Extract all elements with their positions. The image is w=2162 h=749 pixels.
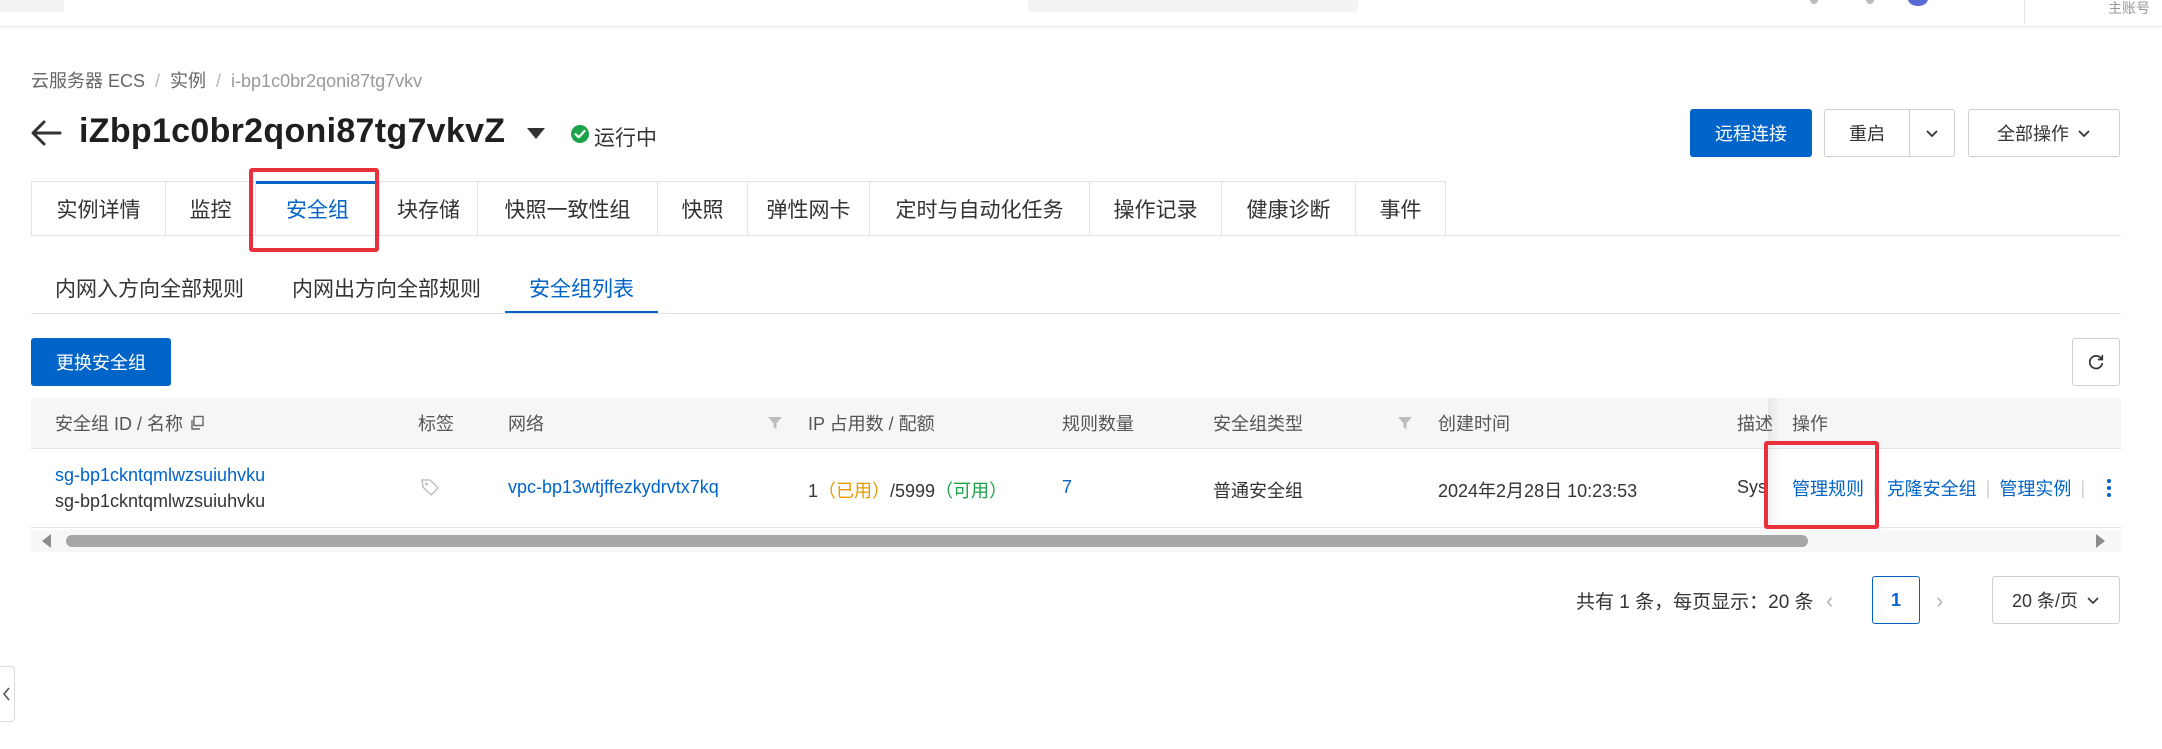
action-separator: | bbox=[2080, 477, 2086, 498]
vpc-link[interactable]: vpc-bp13wtjffezkydrvtx7kq bbox=[508, 477, 719, 498]
ip-available-label: 可用 bbox=[953, 481, 990, 501]
tab-events[interactable]: 事件 bbox=[1356, 182, 1446, 236]
chevron-down-icon bbox=[2078, 130, 2090, 138]
logo-area[interactable] bbox=[0, 0, 64, 12]
page-size-value: 20 条/页 bbox=[2011, 591, 2079, 611]
tab-instance-details[interactable]: 实例详情 bbox=[32, 182, 166, 236]
tag-icon[interactable] bbox=[420, 477, 440, 497]
created-time: 2024年2月28日 10:23:53 bbox=[1438, 481, 1638, 501]
scroll-left-arrow-icon[interactable] bbox=[42, 534, 51, 548]
ip-available-label-wrapper: （可用） bbox=[935, 481, 1008, 501]
breadcrumb-separator: / bbox=[216, 71, 222, 91]
col-header-rule-count: 规则数量 bbox=[1062, 414, 1134, 434]
col-header-sg-id-label: 安全组 ID / 名称 bbox=[55, 414, 184, 434]
sg-type-filter-icon[interactable] bbox=[1397, 416, 1413, 430]
topbar-divider bbox=[2024, 0, 2025, 24]
sg-name: sg-bp1ckntqmlwzsuiuhvku bbox=[55, 491, 266, 511]
restart-dropdown-button[interactable] bbox=[1909, 109, 1955, 157]
col-header-network: 网络 bbox=[508, 414, 544, 434]
breadcrumb: 云服务器 ECS / 实例 / i-bp1c0br2qoni87tg7vkv bbox=[31, 67, 422, 93]
subtab-security-group-list[interactable]: 安全组列表 bbox=[505, 262, 658, 314]
instance-status: 运行中 bbox=[594, 127, 657, 150]
chevron-left-icon bbox=[3, 687, 10, 701]
clone-security-group-link[interactable]: 克隆安全组 bbox=[1887, 475, 1977, 501]
all-actions-button[interactable]: 全部操作 bbox=[1968, 109, 2120, 157]
all-actions-label: 全部操作 bbox=[1997, 124, 2069, 144]
tab-monitoring[interactable]: 监控 bbox=[166, 182, 256, 236]
ip-used-label-wrapper: （已用） bbox=[818, 481, 891, 501]
account-label[interactable]: 主账号 bbox=[2108, 0, 2150, 18]
col-header-created: 创建时间 bbox=[1438, 414, 1510, 434]
page-size-select[interactable]: 20 条/页 bbox=[1992, 576, 2120, 624]
tab-elastic-nics[interactable]: 弹性网卡 bbox=[748, 182, 870, 236]
scrollbar-thumb[interactable] bbox=[66, 535, 1808, 547]
ip-quota: /5999 bbox=[890, 481, 936, 501]
notification-icon[interactable] bbox=[1810, 0, 1818, 4]
page-number[interactable]: 1 bbox=[1872, 576, 1920, 624]
pagination-total: 共有 1 条，每页显示：20 条 bbox=[1576, 592, 1814, 613]
refresh-button[interactable] bbox=[2072, 338, 2120, 386]
highlight-security-group-tab bbox=[249, 168, 379, 252]
remote-connect-button[interactable]: 远程连接 bbox=[1690, 109, 1812, 157]
subtab-inbound-rules[interactable]: 内网入方向全部规则 bbox=[31, 262, 268, 314]
sg-type: 普通安全组 bbox=[1213, 481, 1303, 501]
manage-instances-link[interactable]: 管理实例 bbox=[1999, 475, 2071, 501]
top-navigation-bar: 主账号 bbox=[0, 0, 2162, 27]
network-filter-icon[interactable] bbox=[767, 416, 783, 430]
subtabs-divider bbox=[31, 313, 2121, 314]
col-header-ip-usage: IP 占用数 / 配额 bbox=[808, 414, 935, 434]
breadcrumb-instances[interactable]: 实例 bbox=[170, 71, 206, 91]
change-security-group-button[interactable]: 更换安全组 bbox=[31, 338, 171, 386]
next-page-icon[interactable]: › bbox=[1936, 588, 1943, 614]
highlight-manage-rules bbox=[1764, 441, 1879, 529]
col-header-sg-id: 安全组 ID / 名称 bbox=[55, 398, 205, 448]
ip-used-count: 1 bbox=[808, 481, 819, 501]
tab-snapshots[interactable]: 快照 bbox=[658, 182, 748, 236]
security-group-subtabs: 内网入方向全部规则 内网出方向全部规则 安全组列表 bbox=[31, 262, 658, 314]
more-actions-icon[interactable] bbox=[2104, 477, 2114, 499]
action-separator: | bbox=[1985, 477, 1991, 498]
tab-scheduled-tasks[interactable]: 定时与自动化任务 bbox=[870, 182, 1090, 236]
ip-usage: 1（已用）/5999（可用） bbox=[808, 477, 1007, 503]
tab-health-diagnosis[interactable]: 健康诊断 bbox=[1222, 182, 1356, 236]
scroll-right-arrow-icon[interactable] bbox=[2096, 534, 2105, 548]
tab-block-storage[interactable]: 块存储 bbox=[380, 182, 478, 236]
tab-operation-logs[interactable]: 操作记录 bbox=[1090, 182, 1222, 236]
instance-tabs: 实例详情 监控 安全组 块存储 快照一致性组 快照 弹性网卡 定时与自动化任务 … bbox=[31, 181, 1446, 236]
breadcrumb-current-instance: i-bp1c0br2qoni87tg7vkv bbox=[231, 71, 423, 91]
tab-snapshot-consistency-groups[interactable]: 快照一致性组 bbox=[478, 182, 658, 236]
global-search-input[interactable] bbox=[1028, 0, 1358, 12]
restart-button[interactable]: 重启 bbox=[1824, 109, 1910, 157]
chevron-down-icon bbox=[2087, 597, 2099, 605]
breadcrumb-ecs[interactable]: 云服务器 ECS bbox=[31, 71, 145, 91]
avatar[interactable] bbox=[1908, 0, 1928, 6]
sidebar-collapse-handle[interactable] bbox=[0, 666, 15, 722]
rule-count-link[interactable]: 7 bbox=[1062, 477, 1072, 498]
refresh-icon bbox=[2088, 355, 2104, 370]
instance-switch-caret-icon[interactable] bbox=[527, 128, 545, 139]
instance-title: iZbp1c0br2qoni87tg7vkvZ bbox=[79, 112, 506, 150]
col-header-sg-type: 安全组类型 bbox=[1213, 414, 1303, 434]
chevron-down-icon bbox=[1926, 130, 1938, 138]
running-status-icon bbox=[571, 125, 589, 143]
sg-id-link[interactable]: sg-bp1ckntqmlwzsuiuhvku bbox=[55, 465, 265, 486]
col-header-tags: 标签 bbox=[418, 414, 454, 434]
copy-icon[interactable] bbox=[189, 415, 205, 431]
subtab-outbound-rules[interactable]: 内网出方向全部规则 bbox=[268, 262, 505, 314]
prev-page-icon[interactable]: ‹ bbox=[1826, 588, 1833, 614]
help-icon[interactable] bbox=[1866, 0, 1874, 4]
ip-used-label: 已用 bbox=[836, 481, 873, 501]
back-arrow-icon[interactable] bbox=[30, 118, 64, 148]
breadcrumb-separator: / bbox=[155, 71, 161, 91]
